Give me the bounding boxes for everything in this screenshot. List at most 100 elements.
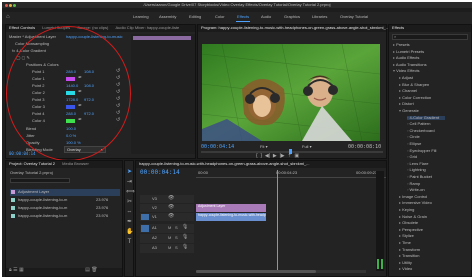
track-header[interactable]: A3 M S 🎙︎ — [140, 244, 194, 253]
program-fit-select[interactable]: Fit ▾ — [260, 145, 268, 149]
lift-icon[interactable]: ⇡ — [287, 153, 291, 159]
effects-list-item[interactable]: ▸ Color Correction — [399, 95, 431, 100]
program-timecode[interactable]: 00:00:04:14 — [201, 145, 234, 150]
workspace-color[interactable]: Color — [215, 15, 225, 19]
play-icon[interactable]: ▶ — [273, 153, 277, 159]
effects-list-item[interactable]: ▫ Lens Flare — [407, 161, 428, 166]
list-item[interactable]: Adjustment Layer — [10, 189, 120, 196]
timeline-timecode[interactable]: 00:00:04:14 — [140, 170, 180, 176]
effects-list-item[interactable]: ▸ Noise & Grain — [399, 214, 427, 219]
track-header[interactable]: V1 👁︎ — [140, 213, 194, 221]
effects-list-item[interactable]: ▫ Checkerboard — [407, 128, 435, 133]
effects-list-item[interactable]: ▸ Perspective — [399, 227, 423, 232]
workspace-editing[interactable]: Editing — [189, 15, 201, 19]
home-icon[interactable]: ⌂ — [6, 14, 10, 20]
solo-button[interactable]: S — [175, 246, 178, 250]
effects-list-item[interactable]: ▸ Image Control — [399, 194, 427, 199]
effects-list-item[interactable]: ▸ Transform — [399, 247, 420, 252]
microphone-icon[interactable]: 🎙︎ — [182, 225, 188, 230]
ripple-edit-icon[interactable]: ⟺ — [126, 189, 135, 196]
toggle-output-icon[interactable]: 👁︎ — [168, 205, 174, 210]
effects-list-item[interactable]: ▫ Paint Bucket — [407, 175, 432, 179]
mark-out-icon[interactable]: } — [260, 153, 262, 159]
step-back-icon[interactable]: ◀| — [265, 153, 270, 159]
video-clip[interactable]: happy-couple-listening-to-music-with-hea… — [196, 213, 266, 221]
minimize-window-button[interactable] — [9, 4, 12, 7]
effects-search-input[interactable]: ⌕ — [392, 34, 468, 40]
effects-list-item[interactable]: ▸ Keying — [399, 208, 414, 212]
type-tool-icon[interactable]: T — [126, 239, 133, 246]
track-header[interactable]: V2 👁︎ — [140, 204, 194, 212]
effects-list-item[interactable]: ▾ Video Effects — [393, 69, 420, 73]
timeline-sequence-tab[interactable]: happy-couple-listening-to-music-with-hea… — [136, 161, 313, 167]
track-header[interactable]: A1 M S 🎙︎ — [140, 224, 194, 233]
effects-list-item[interactable]: ▫ Write-on — [407, 188, 425, 192]
list-item[interactable]: happy-couple-listening-to-m 23.976 — [10, 205, 120, 212]
effects-list-item[interactable]: ▫ Grid — [407, 155, 417, 159]
razor-tool-icon[interactable]: ✂ — [126, 199, 133, 206]
toggle-output-icon[interactable]: 👁︎ — [168, 214, 174, 219]
effects-list-item[interactable]: ▸ Obsolete — [399, 221, 418, 225]
tab-audio-clip-mixer[interactable]: Audio Clip Mixer: happy-couple-liste — [112, 25, 182, 31]
effects-list-item[interactable]: ▸ Audio Transitions — [393, 62, 427, 67]
toggle-output-icon[interactable]: 👁︎ — [168, 196, 174, 201]
effect-controls-timecode[interactable]: 00:00:04:14 — [9, 152, 36, 156]
mute-button[interactable]: M — [168, 226, 171, 230]
effects-list-item[interactable]: ▸ Channel — [399, 89, 417, 93]
maximize-window-button[interactable] — [13, 4, 16, 7]
program-quality-select[interactable]: Full ▾ — [302, 145, 312, 149]
list-view-icon[interactable]: ☰ — [13, 267, 17, 273]
workspace-effects[interactable]: Effects — [235, 15, 251, 22]
pen-tool-icon[interactable]: ✒ — [126, 219, 133, 226]
effects-list-item[interactable]: ▸ Immersive Video — [399, 201, 432, 205]
list-item[interactable]: happy-couple-listening-to-m 23.976 — [10, 213, 120, 220]
close-window-button[interactable] — [5, 4, 8, 7]
mark-in-icon[interactable]: { — [256, 153, 258, 159]
solo-button[interactable]: S — [175, 226, 178, 230]
source-patch[interactable] — [141, 214, 149, 220]
mute-button[interactable]: M — [168, 246, 171, 250]
workspace-graphics[interactable]: Graphics — [284, 15, 300, 19]
effects-list-item[interactable]: ▸ Presets — [393, 43, 410, 47]
effects-list-item[interactable]: ▸ Distort — [399, 102, 414, 106]
timeline-zoom-scrollbar[interactable] — [196, 270, 366, 273]
effects-list-item[interactable]: ▸ Time — [399, 241, 411, 245]
effects-list-item[interactable]: ▸ Stylize — [399, 234, 414, 238]
effects-list-item[interactable]: ▫ Lightning — [407, 168, 426, 172]
microphone-icon[interactable]: 🎙︎ — [182, 245, 188, 250]
source-patch[interactable] — [141, 225, 149, 232]
workspace-audio[interactable]: Audio — [261, 15, 271, 19]
selection-tool-icon[interactable]: ➤ — [126, 169, 133, 176]
new-item-icon[interactable]: ▤ — [85, 267, 90, 273]
trash-icon[interactable]: 🗑︎ — [91, 267, 97, 273]
effects-list-item[interactable]: ▫ Cell Pattern — [407, 122, 430, 126]
effects-list-item[interactable]: ▸ Adjust — [399, 76, 413, 80]
icon-view-icon[interactable]: ▦ — [19, 267, 24, 273]
workspace-overlay-tutorial[interactable]: Overlay Tutorial — [340, 15, 368, 19]
tab-effect-controls[interactable]: Effect Controls — [6, 25, 38, 31]
program-monitor-title[interactable]: Program: happy-couple-listening-to-music… — [198, 25, 392, 31]
scrollbar-thumb[interactable] — [196, 270, 316, 273]
program-video-frame[interactable] — [202, 44, 380, 141]
effects-list-item[interactable]: ▫ Ellipse — [407, 142, 421, 146]
effects-list-item[interactable]: ▸ Audio Effects — [393, 56, 419, 60]
effects-list-item[interactable]: ▸ Video — [399, 267, 412, 271]
track-header[interactable]: A2 M S 🎙︎ — [140, 234, 194, 243]
effects-list-item[interactable]: ▫ Eyedropper Fill — [407, 148, 436, 153]
project-search-input[interactable] — [10, 178, 70, 183]
effects-list-item[interactable]: ▸ Transition — [399, 254, 419, 258]
step-forward-icon[interactable]: |▶ — [279, 153, 284, 159]
timeline-ruler[interactable]: 00:00 00:00:04:23 00:00:09:23 — [196, 170, 386, 178]
lock-icon[interactable]: 🔒︎ — [9, 267, 12, 273]
list-item[interactable]: happy-couple-listening-to-m 23.976 — [10, 197, 120, 204]
adjustment-layer-clip[interactable]: Adjustment Layer — [196, 204, 266, 212]
solo-button[interactable]: S — [175, 236, 178, 240]
effects-list-item[interactable]: ▫ Ramp — [407, 181, 420, 186]
workspace-libraries[interactable]: Libraries — [312, 15, 327, 19]
microphone-icon[interactable]: 🎙︎ — [182, 235, 188, 240]
effects-list-item[interactable]: ▸ Blur & Sharpen — [399, 82, 429, 87]
track-header[interactable]: V3 👁︎ — [140, 195, 194, 203]
fx-icon[interactable]: fx — [12, 48, 15, 53]
effects-list-item[interactable]: ▸ Utility — [399, 260, 412, 265]
playhead-line[interactable] — [277, 170, 278, 270]
